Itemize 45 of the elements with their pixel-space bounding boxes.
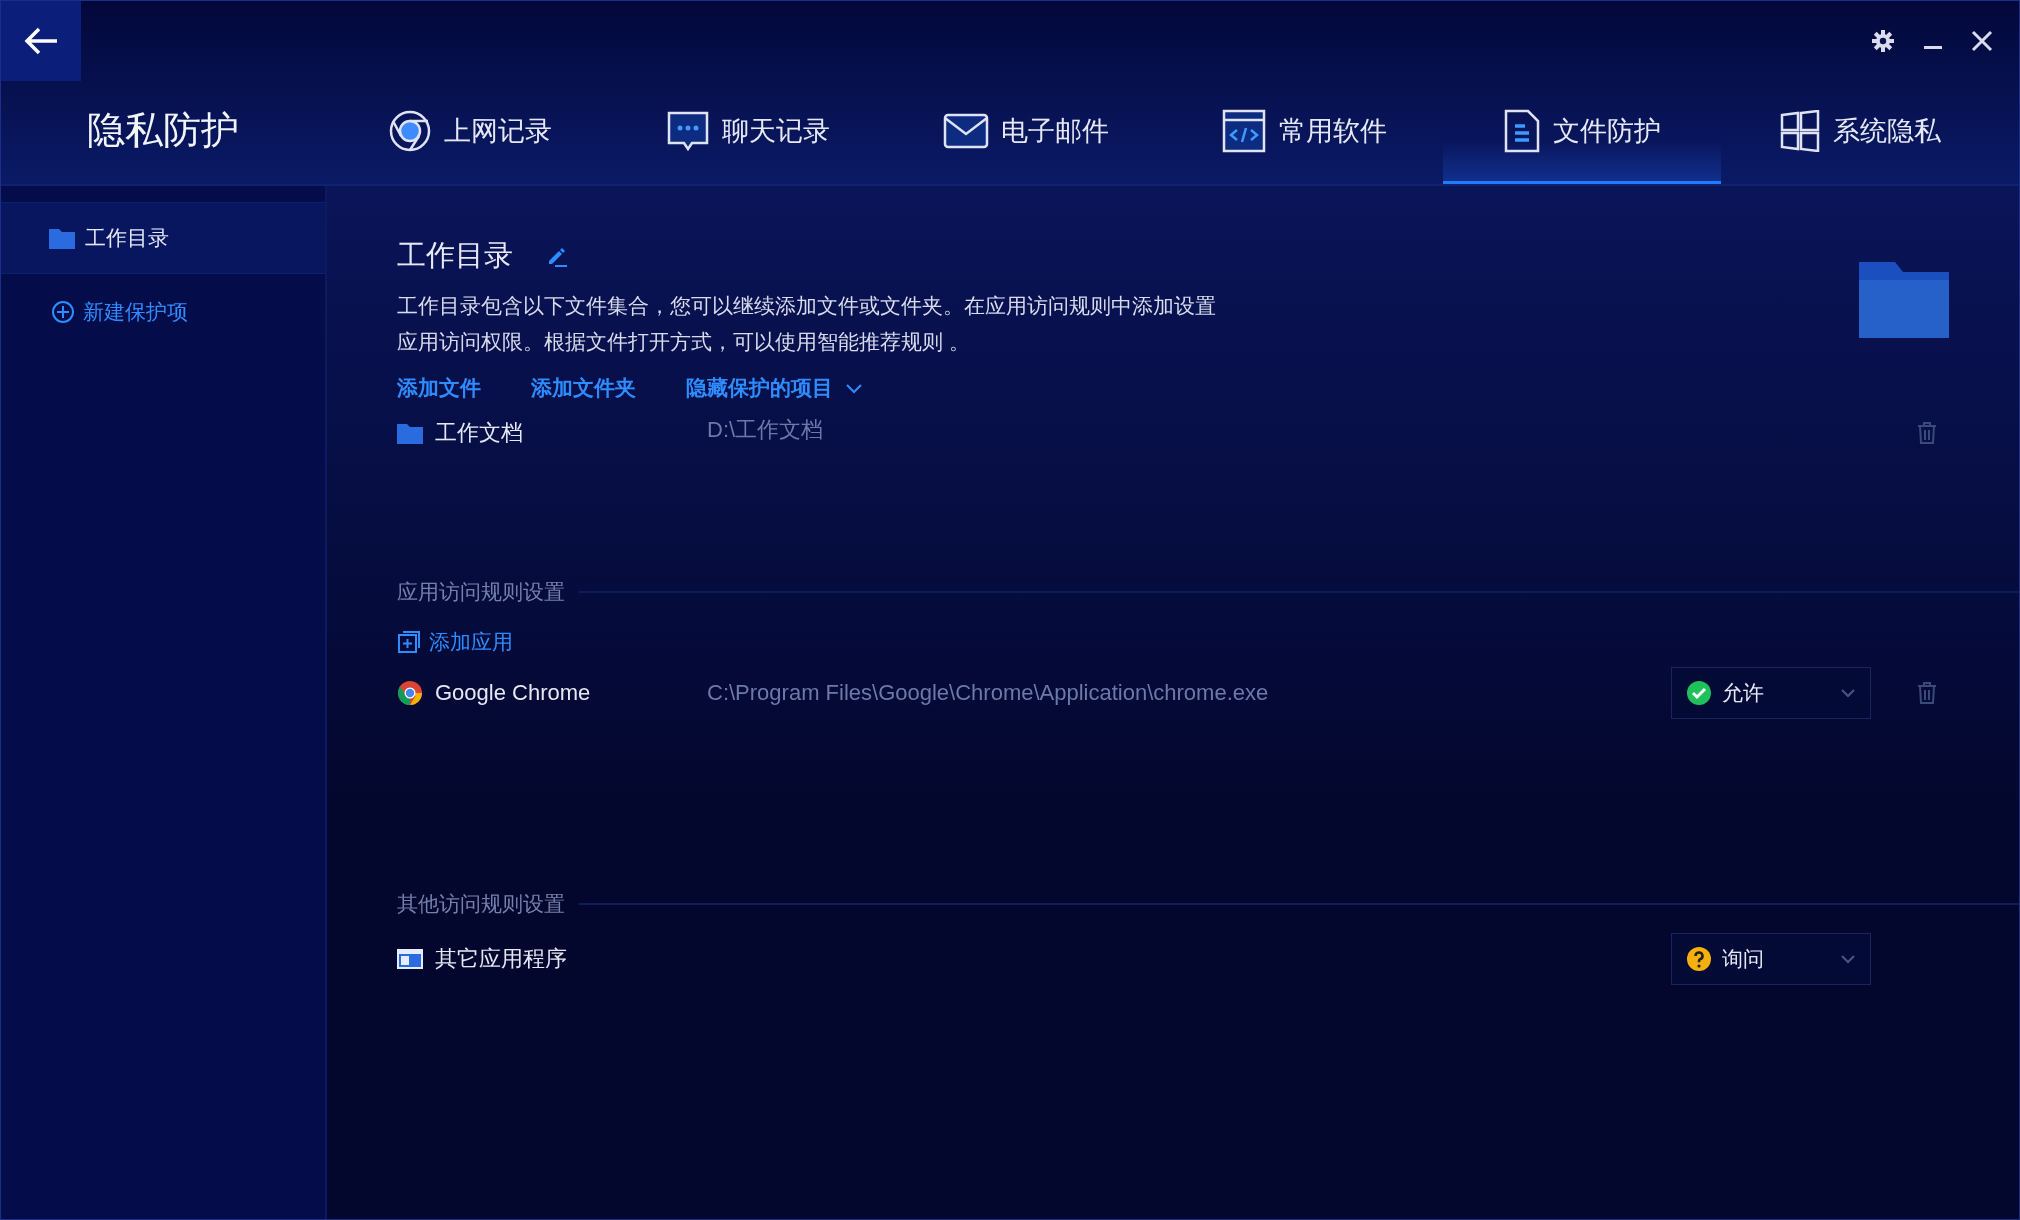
nav-tab[interactable]: 聊天记录: [609, 81, 887, 184]
nav-tab[interactable]: 常用软件: [1165, 81, 1443, 184]
file-path: D:\工作文档: [707, 416, 825, 444]
back-arrow-icon: [23, 26, 59, 56]
section-heading: 其他访问规则设置: [397, 891, 565, 917]
question-icon: [1686, 946, 1712, 972]
code-window-icon: [1221, 108, 1267, 154]
file-name: 工作文档: [435, 419, 524, 447]
new-item-link[interactable]: 新建保护项: [1, 298, 325, 326]
folder-icon: [49, 227, 75, 249]
envelope-icon: [943, 111, 989, 151]
windows-icon: [1779, 110, 1821, 152]
close-icon[interactable]: [1971, 30, 1993, 52]
permission-dropdown[interactable]: 允许: [1671, 667, 1871, 719]
add-app-link[interactable]: 添加应用: [397, 628, 513, 656]
section-title: 工作目录: [397, 238, 513, 273]
document-icon: [1503, 108, 1541, 154]
back-button[interactable]: [1, 1, 81, 81]
nav-tab[interactable]: 系统隐私: [1721, 81, 1999, 184]
plus-circle-icon: [51, 300, 75, 324]
nav-tab[interactable]: 上网记录: [331, 81, 609, 184]
app-name: 其它应用程序: [435, 945, 568, 973]
hidden-items-toggle[interactable]: 隐藏保护的项目: [686, 374, 863, 402]
chat-icon: [666, 109, 710, 153]
caret-icon: [1840, 954, 1856, 964]
permission-dropdown[interactable]: 询问: [1671, 933, 1871, 985]
app-name: Google Chrome: [435, 680, 592, 706]
folder-icon: [397, 422, 423, 444]
folder-icon: [1859, 262, 1949, 338]
chrome-icon: [397, 680, 423, 706]
add-square-icon: [397, 630, 421, 654]
app-window-icon: [397, 949, 423, 969]
description-text: 应用访问权限。根据文件打开方式，可以使用智能推荐规则 。: [397, 329, 971, 355]
chevron-down-icon: [845, 382, 863, 394]
section-heading: 应用访问规则设置: [397, 579, 565, 605]
action-link[interactable]: 添加文件夹: [531, 374, 636, 402]
nav-tab[interactable]: 电子邮件: [887, 81, 1165, 184]
app-title: 隐私防护: [86, 108, 240, 153]
browser-icon: [388, 109, 432, 153]
description-text: 工作目录包含以下文件集合，您可以继续添加文件或文件夹。在应用访问规则中添加设置: [397, 293, 1217, 319]
caret-icon: [1840, 688, 1856, 698]
action-link[interactable]: 添加文件: [397, 374, 481, 402]
check-icon: [1686, 680, 1712, 706]
app-path: C:\Program Files\Google\Chrome\Application\chrome.exe: [707, 680, 1270, 706]
sidebar-item[interactable]: 工作目录: [1, 202, 325, 274]
